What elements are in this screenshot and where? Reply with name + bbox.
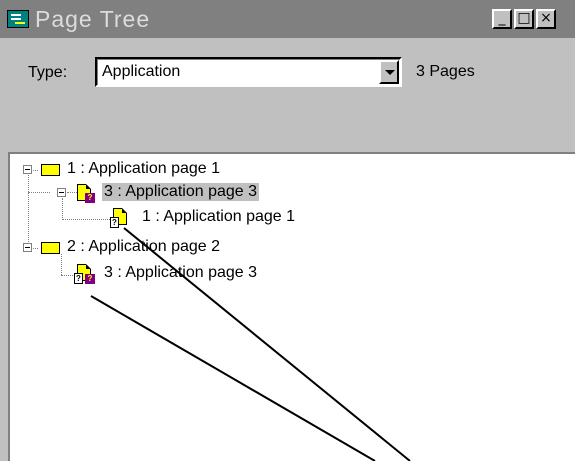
dropdown-arrow-button[interactable] (379, 60, 399, 84)
collapse-icon[interactable] (23, 243, 32, 252)
title-bar[interactable]: Page Tree _ □ × (0, 0, 575, 38)
type-label: Type: (28, 64, 68, 81)
maximize-button[interactable]: □ (514, 9, 534, 29)
page-tree-view[interactable]: 1 : Application page 1 ? 3 : Application… (8, 152, 575, 461)
reference-badge-icon: ? (110, 217, 119, 228)
tree-item-label: 3 : Application page 3 (104, 264, 258, 281)
type-dropdown[interactable]: Application (95, 57, 402, 87)
type-selected-value: Application (102, 63, 181, 80)
tree-item-label: 1 : Application page 1 (67, 160, 221, 177)
window-title: Page Tree (35, 6, 151, 32)
missing-page-badge-icon: ? (85, 274, 95, 284)
folder-icon (41, 164, 60, 176)
tree-item-app-page-1-ref[interactable]: ? 1 : Application page 1 (10, 208, 340, 230)
tree-item-app-page-3[interactable]: ? 3 : Application page 3 (10, 183, 330, 205)
folder-icon (41, 242, 60, 254)
minimize-button[interactable]: _ (492, 9, 512, 29)
tree-item-label: 3 : Application page 3 (102, 183, 260, 201)
page-tree-window: Page Tree _ □ × Type: Application 3 Page… (0, 0, 575, 461)
pages-count: 3 Pages (416, 63, 475, 80)
collapse-icon[interactable] (57, 188, 66, 197)
tree-item-app-page-1[interactable]: 1 : Application page 1 (10, 160, 330, 182)
page-tree-app-icon (7, 10, 29, 28)
missing-page-badge-icon: ? (85, 193, 95, 203)
reference-badge-icon: ? (74, 273, 83, 284)
window-content: Type: Application 3 Pages 1 : Applicatio… (0, 38, 575, 461)
tree-item-label: 2 : Application page 2 (67, 238, 221, 255)
tree-item-label: 1 : Application page 1 (142, 208, 296, 225)
tree-item-app-page-3-ref[interactable]: ? ? 3 : Application page 3 (10, 264, 330, 286)
collapse-icon[interactable] (23, 165, 32, 174)
close-button[interactable]: × (536, 9, 556, 29)
tree-item-app-page-2[interactable]: 2 : Application page 2 (10, 238, 330, 260)
